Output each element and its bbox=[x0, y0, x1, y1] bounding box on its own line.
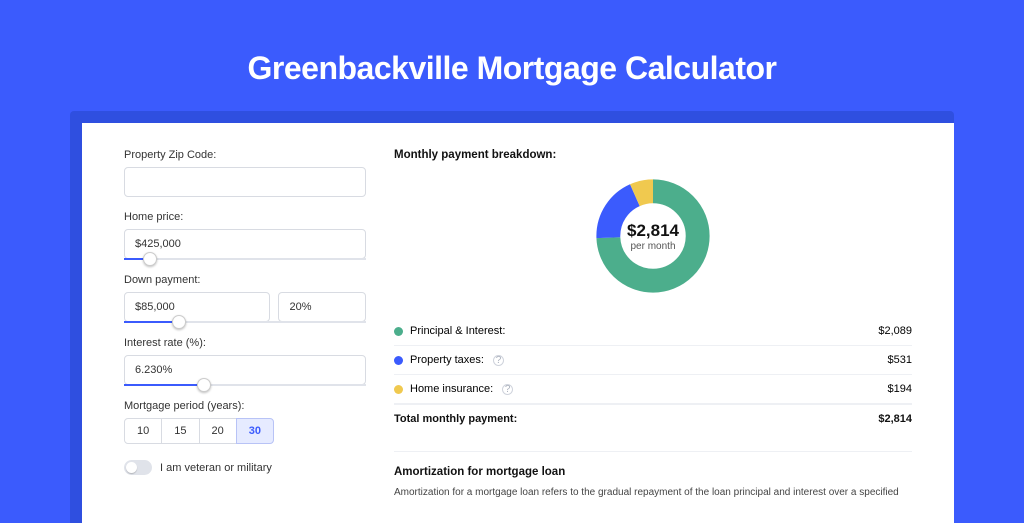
calculator-panel: Property Zip Code: Home price: Down paym… bbox=[82, 123, 954, 523]
dot-icon bbox=[394, 327, 403, 336]
price-slider[interactable] bbox=[124, 258, 366, 260]
slider-thumb[interactable] bbox=[143, 252, 157, 266]
rate-input[interactable] bbox=[124, 355, 366, 385]
info-icon[interactable]: ? bbox=[502, 384, 513, 395]
dot-icon bbox=[394, 356, 403, 365]
donut-amount: $2,814 bbox=[627, 221, 679, 241]
zip-label: Property Zip Code: bbox=[124, 149, 366, 161]
down-percent-input[interactable] bbox=[278, 292, 366, 322]
veteran-row: I am veteran or military bbox=[124, 460, 366, 475]
total-label: Total monthly payment: bbox=[394, 413, 517, 425]
price-field: Home price: bbox=[124, 211, 366, 260]
line-taxes: Property taxes: ? $531 bbox=[394, 346, 912, 375]
form-column: Property Zip Code: Home price: Down paym… bbox=[82, 123, 382, 523]
line-label: Home insurance: bbox=[410, 383, 493, 395]
page-title: Greenbackville Mortgage Calculator bbox=[0, 0, 1024, 111]
donut-sub: per month bbox=[630, 241, 675, 252]
rate-field: Interest rate (%): bbox=[124, 337, 366, 386]
line-total: Total monthly payment: $2,814 bbox=[394, 404, 912, 433]
price-input[interactable] bbox=[124, 229, 366, 259]
amortization-title: Amortization for mortgage loan bbox=[394, 466, 912, 478]
donut-center: $2,814 per month bbox=[594, 177, 712, 295]
line-value: $531 bbox=[888, 354, 912, 366]
rate-slider[interactable] bbox=[124, 384, 366, 386]
slider-thumb[interactable] bbox=[172, 315, 186, 329]
down-field: Down payment: bbox=[124, 274, 366, 323]
period-label: Mortgage period (years): bbox=[124, 400, 366, 412]
line-label: Property taxes: bbox=[410, 354, 484, 366]
veteran-toggle[interactable] bbox=[124, 460, 152, 475]
line-label: Principal & Interest: bbox=[410, 325, 505, 337]
donut-chart-block: $2,814 per month bbox=[394, 171, 912, 317]
veteran-label: I am veteran or military bbox=[160, 462, 272, 474]
period-button-20[interactable]: 20 bbox=[199, 418, 237, 444]
price-label: Home price: bbox=[124, 211, 366, 223]
down-slider[interactable] bbox=[124, 321, 366, 323]
info-icon[interactable]: ? bbox=[493, 355, 504, 366]
period-button-30[interactable]: 30 bbox=[236, 418, 274, 444]
donut-chart: $2,814 per month bbox=[594, 177, 712, 295]
period-group: 10152030 bbox=[124, 418, 366, 444]
period-field: Mortgage period (years): 10152030 bbox=[124, 400, 366, 444]
dot-icon bbox=[394, 385, 403, 394]
breakdown-title: Monthly payment breakdown: bbox=[394, 149, 912, 161]
line-value: $2,089 bbox=[878, 325, 912, 337]
amortization-section: Amortization for mortgage loan Amortizat… bbox=[394, 451, 912, 500]
line-insurance: Home insurance: ? $194 bbox=[394, 375, 912, 404]
period-button-15[interactable]: 15 bbox=[161, 418, 199, 444]
zip-field: Property Zip Code: bbox=[124, 149, 366, 197]
rate-label: Interest rate (%): bbox=[124, 337, 366, 349]
down-amount-input[interactable] bbox=[124, 292, 270, 322]
line-principal: Principal & Interest: $2,089 bbox=[394, 317, 912, 346]
period-button-10[interactable]: 10 bbox=[124, 418, 162, 444]
down-label: Down payment: bbox=[124, 274, 366, 286]
breakdown-column: Monthly payment breakdown: $2,814 per mo… bbox=[382, 123, 954, 523]
amortization-text: Amortization for a mortgage loan refers … bbox=[394, 486, 912, 500]
line-value: $194 bbox=[888, 383, 912, 395]
total-value: $2,814 bbox=[878, 413, 912, 425]
slider-thumb[interactable] bbox=[197, 378, 211, 392]
zip-input[interactable] bbox=[124, 167, 366, 197]
calculator-shadow: Property Zip Code: Home price: Down paym… bbox=[70, 111, 954, 523]
